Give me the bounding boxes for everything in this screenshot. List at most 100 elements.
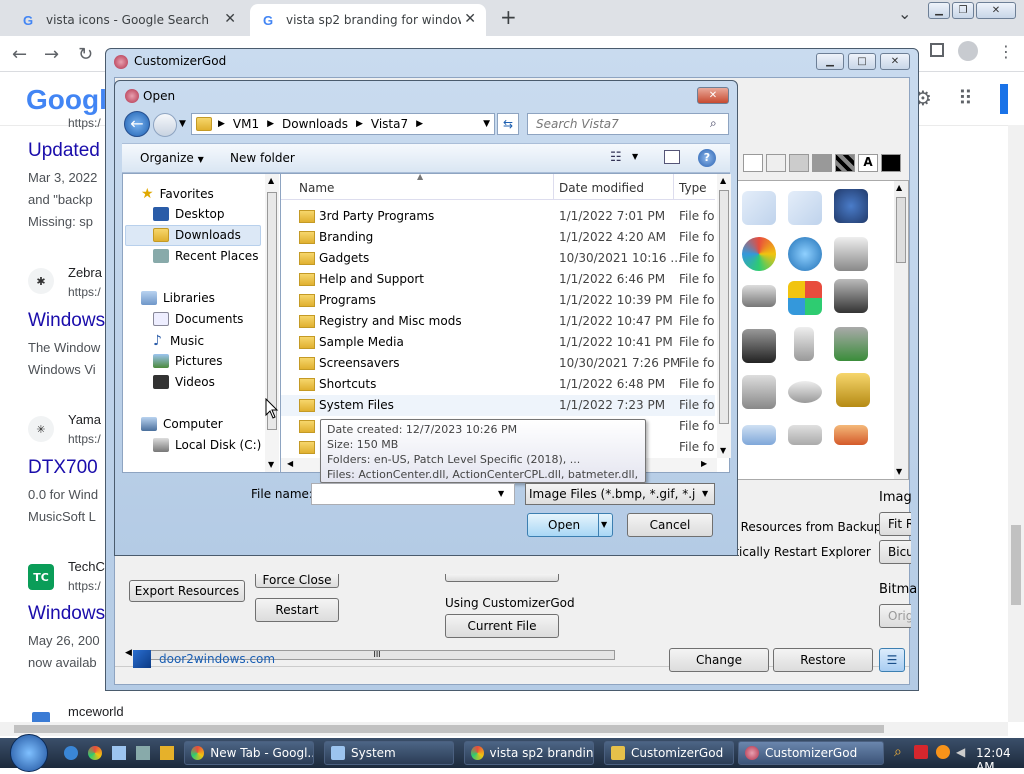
printer-icon[interactable] [834, 237, 868, 271]
nav-libraries[interactable]: Libraries [141, 291, 215, 305]
kebab-menu-icon[interactable]: ⋮ [998, 42, 1014, 61]
chevron-down-icon[interactable]: ▼ [601, 520, 607, 529]
taskbar-item-new-tab[interactable]: New Tab - Googl... [184, 741, 314, 765]
scroll-down-arrow-icon[interactable]: ▼ [268, 460, 274, 469]
scroll-up-arrow-icon[interactable]: ▲ [268, 176, 274, 185]
breadcrumb-chevron-icon[interactable]: ▶ [356, 119, 363, 129]
open-split-button[interactable]: Open ▼ [527, 513, 613, 537]
scrollbar-thumb[interactable] [1011, 525, 1021, 605]
nav-computer[interactable]: Computer [141, 417, 223, 431]
breadcrumb-vista7[interactable]: Vista7 [371, 117, 408, 131]
forward-icon[interactable]: → [44, 44, 59, 65]
chrome-icon[interactable] [88, 746, 102, 760]
column-divider[interactable] [553, 174, 554, 200]
nav-videos[interactable]: Videos [153, 375, 215, 389]
start-orb-icon[interactable] [10, 734, 48, 772]
scrollbar-thumb[interactable] [267, 192, 277, 430]
result-title-link[interactable]: Updated [28, 140, 100, 162]
result-site-name[interactable]: mceworld [68, 704, 124, 719]
result-url[interactable]: https:/ [68, 579, 101, 593]
new-folder-button[interactable]: New folder [230, 151, 295, 165]
restore-icon[interactable]: ❐ [952, 2, 974, 19]
tab-search-icon[interactable]: ⌄ [898, 4, 911, 23]
dialog-close-icon[interactable]: ✕ [697, 87, 729, 104]
current-file-button[interactable]: Current File [445, 614, 559, 638]
text-preview-icon[interactable]: A [858, 154, 878, 172]
column-name[interactable]: Name [299, 181, 334, 195]
open-button-label[interactable]: Open [548, 518, 580, 532]
scroll-up-arrow-icon[interactable]: ▲ [896, 183, 902, 192]
close-tab-icon[interactable]: ✕ [224, 11, 236, 27]
help-icon[interactable]: ? [698, 149, 716, 167]
back-arrow-icon[interactable]: ← [124, 111, 150, 137]
sign-in-button[interactable] [1000, 84, 1008, 114]
windows-flag-icon[interactable] [788, 281, 822, 315]
folder-icon[interactable] [788, 191, 822, 225]
scroll-left-arrow-icon[interactable]: ◀ [125, 648, 132, 658]
close-icon[interactable]: ✕ [976, 2, 1016, 19]
file-type-filter[interactable]: Image Files (*.bmp, *.gif, *.jpg, ▼ [525, 483, 715, 505]
breadcrumb-chevron-icon[interactable]: ▶ [416, 119, 423, 129]
result-site-name[interactable]: TechC [68, 559, 105, 574]
swatch-black[interactable] [881, 154, 901, 172]
file-row[interactable]: Programs 1/1/2022 10:39 PM File fol [281, 290, 715, 311]
network-globe-icon[interactable] [788, 237, 822, 271]
search-icon[interactable]: ⌕ [894, 744, 902, 760]
result-url[interactable]: https:/ [68, 285, 101, 299]
chevron-down-icon[interactable]: ▼ [702, 489, 708, 498]
profile-avatar[interactable] [958, 41, 978, 61]
fit-button[interactable]: Fit R [879, 512, 911, 536]
scroll-left-arrow-icon[interactable]: ◀ [287, 459, 293, 468]
hidden-button[interactable] [445, 574, 559, 582]
file-row[interactable]: System Files 1/1/2022 7:23 PM File fol [281, 395, 715, 416]
breadcrumb-chevron-icon[interactable]: ▶ [267, 119, 274, 129]
result-title-link[interactable]: Windows [28, 603, 105, 625]
nav-favorites[interactable]: ★ Favorites [141, 186, 214, 202]
icon-grid-scrollbar[interactable]: ▲ ▼ [894, 181, 908, 479]
breadcrumb-vm1[interactable]: VM1 [233, 117, 259, 131]
tab-vista-sp2[interactable]: G vista sp2 branding for windows 7 ✕ [250, 4, 486, 36]
address-bar[interactable]: ▶ VM1 ▶ Downloads ▶ Vista7 ▶ ▼ [191, 113, 495, 135]
forward-arrow-icon[interactable] [153, 113, 177, 137]
reload-icon[interactable]: ↻ [78, 44, 93, 65]
close-tab-icon[interactable]: ✕ [464, 11, 476, 27]
nav-recent-places[interactable]: Recent Places [153, 249, 258, 263]
windows-logo-icon[interactable] [742, 237, 776, 271]
chevron-down-icon[interactable]: ▼ [632, 152, 638, 161]
ie-icon[interactable] [64, 746, 78, 760]
auto-restart-label[interactable]: atically Restart Explorer [727, 545, 871, 559]
tab-vista-icons[interactable]: G vista icons - Google Search ✕ [10, 4, 246, 36]
picture-icon[interactable] [834, 425, 868, 445]
volume-icon[interactable]: ◀ [956, 745, 965, 759]
media-icon[interactable] [160, 746, 174, 760]
swatch-dark[interactable] [812, 154, 832, 172]
minimize-icon[interactable]: ▁ [816, 53, 844, 70]
result-url[interactable]: https:/ [68, 116, 101, 130]
chevron-down-icon[interactable]: ▼ [498, 489, 504, 498]
result-url[interactable]: https:/ [68, 432, 101, 446]
desktop-icon[interactable] [136, 746, 150, 760]
export-resources-button[interactable]: Export Resources [129, 580, 245, 602]
nav-documents[interactable]: Documents [153, 312, 243, 326]
result-title-link[interactable]: DTX700 [28, 457, 98, 479]
tray-app-icon[interactable] [914, 745, 928, 759]
bicubic-button[interactable]: Bicu [879, 540, 911, 564]
scrollbar-thumb[interactable] [896, 197, 906, 263]
page-horizontal-scrollbar[interactable] [0, 722, 1008, 736]
apps-grid-icon[interactable]: ⠿ [958, 86, 973, 110]
drive-icon[interactable] [742, 285, 776, 307]
nav-downloads[interactable]: Downloads [153, 228, 241, 242]
file-row[interactable]: Registry and Misc mods 1/1/2022 10:47 PM F… [281, 311, 715, 332]
close-icon[interactable]: ✕ [880, 53, 910, 70]
dvd-drive-icon[interactable] [834, 279, 868, 313]
camcorder-icon[interactable] [742, 329, 776, 363]
breadcrumb-downloads[interactable]: Downloads [282, 117, 348, 131]
view-options-icon[interactable]: ☷ [610, 150, 622, 165]
file-row[interactable]: Gadgets 10/30/2021 10:16 ... File fol [281, 248, 715, 269]
folder-icon[interactable] [742, 191, 776, 225]
scanner-check-icon[interactable] [834, 327, 868, 361]
clock[interactable]: 12:04 AM [976, 746, 1024, 774]
column-date-modified[interactable]: Date modified [559, 181, 644, 195]
explorer-icon[interactable] [112, 746, 126, 760]
restore-from-backup-label[interactable]: w Resources from Backup [727, 520, 881, 534]
